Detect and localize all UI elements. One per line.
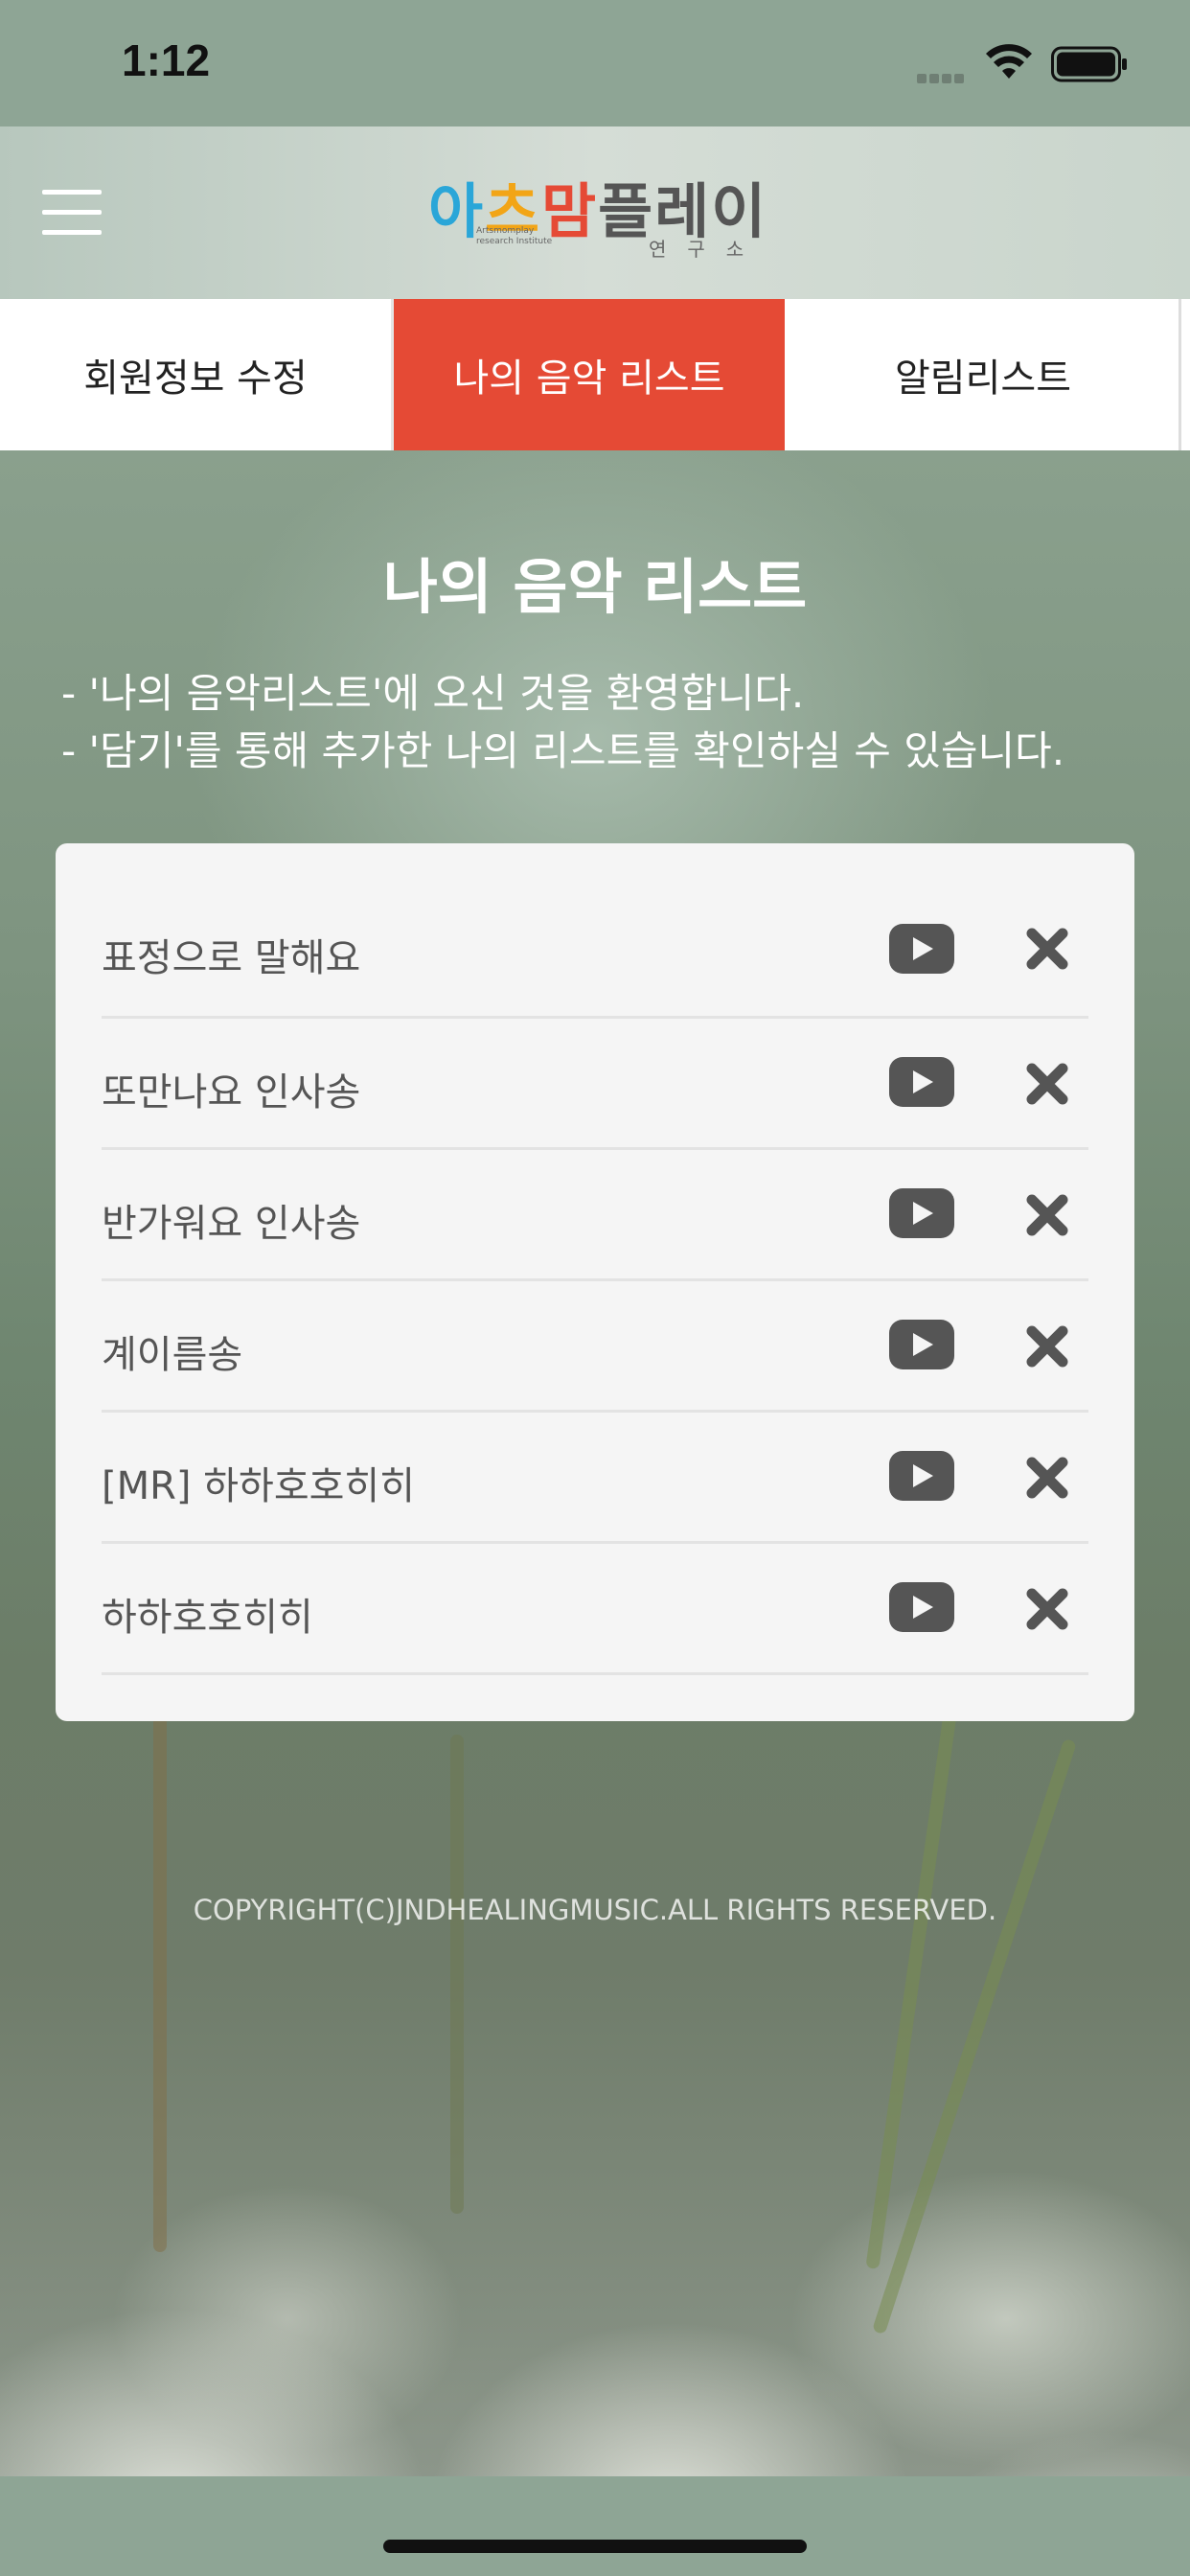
- cellular-signal-icon: [917, 69, 967, 87]
- play-icon: [913, 1464, 933, 1487]
- list-item: [MR] 하하호호히히: [102, 1413, 1088, 1544]
- close-icon[interactable]: [1024, 1455, 1070, 1501]
- close-icon[interactable]: [1024, 926, 1070, 972]
- song-title: [MR] 하하호호히히: [102, 1464, 416, 1508]
- status-bar: 1:12: [0, 0, 1190, 126]
- play-button[interactable]: [889, 924, 954, 974]
- tab-notification-list[interactable]: 알림리스트: [788, 299, 1181, 450]
- song-title: 또만나요 인사송: [102, 1070, 361, 1115]
- song-title: 반가워요 인사송: [102, 1202, 361, 1246]
- song-title: 계이름송: [102, 1333, 243, 1377]
- play-icon: [913, 1202, 933, 1225]
- close-icon[interactable]: [1024, 1586, 1070, 1632]
- list-item: 표정으로 말해요: [102, 843, 1088, 1019]
- play-icon: [913, 1070, 933, 1093]
- close-icon[interactable]: [1024, 1061, 1070, 1107]
- home-indicator[interactable]: [383, 2540, 807, 2553]
- song-title: 하하호호히히: [102, 1596, 313, 1640]
- play-icon: [913, 1596, 933, 1619]
- list-item: 반가워요 인사송: [102, 1150, 1088, 1281]
- list-item: 계이름송: [102, 1281, 1088, 1413]
- logo-subtitle: Artsmomplay research Institute: [476, 226, 553, 246]
- play-icon: [913, 937, 933, 960]
- wifi-icon: [986, 44, 1032, 79]
- list-item: 하하호호히히: [102, 1544, 1088, 1675]
- battery-icon: [1051, 46, 1127, 82]
- play-button[interactable]: [889, 1582, 954, 1632]
- close-icon[interactable]: [1024, 1192, 1070, 1238]
- menu-button[interactable]: [42, 186, 103, 240]
- tab-my-music-list[interactable]: 나의 음악 리스트: [394, 299, 788, 450]
- copyright-text: COPYRIGHT(C)JNDHEALINGMUSIC.ALL RIGHTS R…: [193, 1894, 997, 1926]
- tab-bar: 회원정보 수정 나의 음악 리스트 알림리스트: [0, 299, 1190, 450]
- app-logo[interactable]: 아츠맘플레이 Artsmomplay research Institute 연구…: [428, 163, 766, 268]
- logo-subtitle-korean: 연구소: [649, 238, 766, 261]
- music-list-card: 표정으로 말해요 또만나요 인사송 반가워요 인사송 계이름송 [MR] 하하호…: [56, 843, 1134, 1721]
- app-header: 아츠맘플레이 Artsmomplay research Institute 연구…: [0, 126, 1190, 299]
- intro-text: - '나의 음악리스트'에 오신 것을 환영합니다. - '담기'를 통해 추가…: [61, 665, 1154, 780]
- close-icon[interactable]: [1024, 1323, 1070, 1369]
- intro-line: - '나의 음악리스트'에 오신 것을 환영합니다.: [61, 670, 805, 717]
- intro-line: - '담기'를 통해 추가한 나의 리스트를 확인하실 수 있습니다.: [61, 727, 1065, 774]
- page-title: 나의 음악 리스트: [382, 552, 808, 622]
- play-icon: [913, 1333, 933, 1356]
- tab-edit-member-info[interactable]: 회원정보 수정: [0, 299, 394, 450]
- play-button[interactable]: [889, 1188, 954, 1238]
- bottom-bar: [0, 2476, 1190, 2576]
- play-button[interactable]: [889, 1451, 954, 1501]
- status-time: 1:12: [122, 35, 211, 85]
- play-button[interactable]: [889, 1057, 954, 1107]
- song-title: 표정으로 말해요: [102, 936, 361, 980]
- play-button[interactable]: [889, 1320, 954, 1369]
- list-item: 또만나요 인사송: [102, 1019, 1088, 1150]
